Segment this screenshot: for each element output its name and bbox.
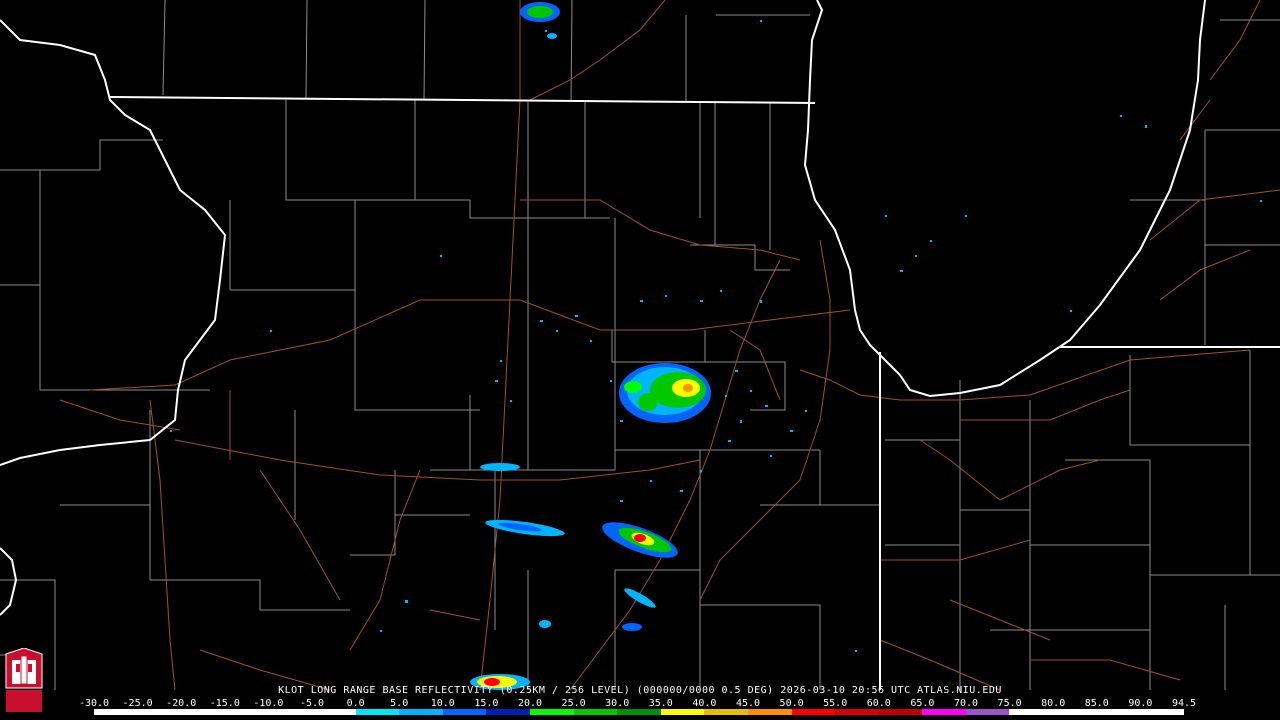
colorbar <box>94 709 1184 715</box>
colorbar-label: 94.5 <box>1171 698 1197 709</box>
colorbar-label: -20.0 <box>166 698 197 709</box>
colorbar-segment <box>704 709 748 715</box>
colorbar-label: 75.0 <box>997 698 1022 709</box>
colorbar-segment <box>617 709 661 715</box>
colorbar-label: 0.0 <box>346 698 365 709</box>
colorbar-segment <box>94 709 138 715</box>
colorbar-segment <box>1096 709 1141 715</box>
colorbar-segment <box>791 709 836 715</box>
radar-map <box>0 0 1280 691</box>
colorbar-labels: -30.0 -25.0 -20.0 -15.0 -10.0 -5.0 0.0 5.0 10.0 1… <box>79 698 1197 709</box>
colorbar-label: -5.0 <box>299 698 325 709</box>
state-boundaries <box>0 0 1280 690</box>
colorbar-segment <box>399 709 443 715</box>
colorbar-segment <box>1053 709 1097 715</box>
colorbar-label: -30.0 <box>78 698 110 709</box>
colorbar-label: 90.0 <box>1128 698 1153 709</box>
colorbar-label: 80.0 <box>1041 698 1066 709</box>
colorbar-segment <box>311 709 356 715</box>
colorbar-label: 85.0 <box>1084 698 1109 709</box>
colorbar-label: 45.0 <box>735 698 761 709</box>
colorbar-label: 5.0 <box>390 698 409 709</box>
colorbar-segment <box>835 709 879 715</box>
colorbar-segment <box>486 709 530 715</box>
roads <box>59 0 1280 691</box>
colorbar-label: -15.0 <box>209 698 240 709</box>
colorbar-label: 50.0 <box>779 698 804 709</box>
colorbar-segment <box>1009 709 1054 715</box>
colorbar-label: -10.0 <box>253 698 284 709</box>
colorbar-segment <box>878 709 923 715</box>
colorbar-label: 60.0 <box>866 698 891 709</box>
colorbar-segment <box>181 709 225 715</box>
colorbar-segment <box>660 709 705 715</box>
niu-logo <box>4 647 44 716</box>
colorbar-segment <box>573 709 618 715</box>
colorbar-label: 55.0 <box>823 698 848 709</box>
colorbar-segment <box>529 709 574 715</box>
county-boundaries <box>0 0 1280 690</box>
colorbar-label: 20.0 <box>517 698 543 709</box>
colorbar-segment <box>355 709 400 715</box>
colorbar-label: 30.0 <box>605 698 630 709</box>
colorbar-segment <box>922 709 966 715</box>
colorbar-label: 10.0 <box>430 698 455 709</box>
colorbar-label: 15.0 <box>474 698 499 709</box>
colorbar-label: 35.0 <box>648 698 673 709</box>
colorbar-segment <box>965 709 1010 715</box>
colorbar-label: 70.0 <box>953 698 979 709</box>
colorbar-segment <box>224 709 269 715</box>
colorbar-segment <box>747 709 792 715</box>
colorbar-label: 65.0 <box>910 698 935 709</box>
colorbar-label: -25.0 <box>122 698 153 709</box>
colorbar-label: 40.0 <box>692 698 717 709</box>
product-title: KLOT LONG RANGE BASE REFLECTIVITY (0.25K… <box>278 685 1002 696</box>
colorbar-segment <box>268 709 312 715</box>
colorbar-segment <box>137 709 182 715</box>
colorbar-segment <box>1140 709 1184 715</box>
colorbar-label: 25.0 <box>561 698 586 709</box>
colorbar-segment <box>442 709 487 715</box>
